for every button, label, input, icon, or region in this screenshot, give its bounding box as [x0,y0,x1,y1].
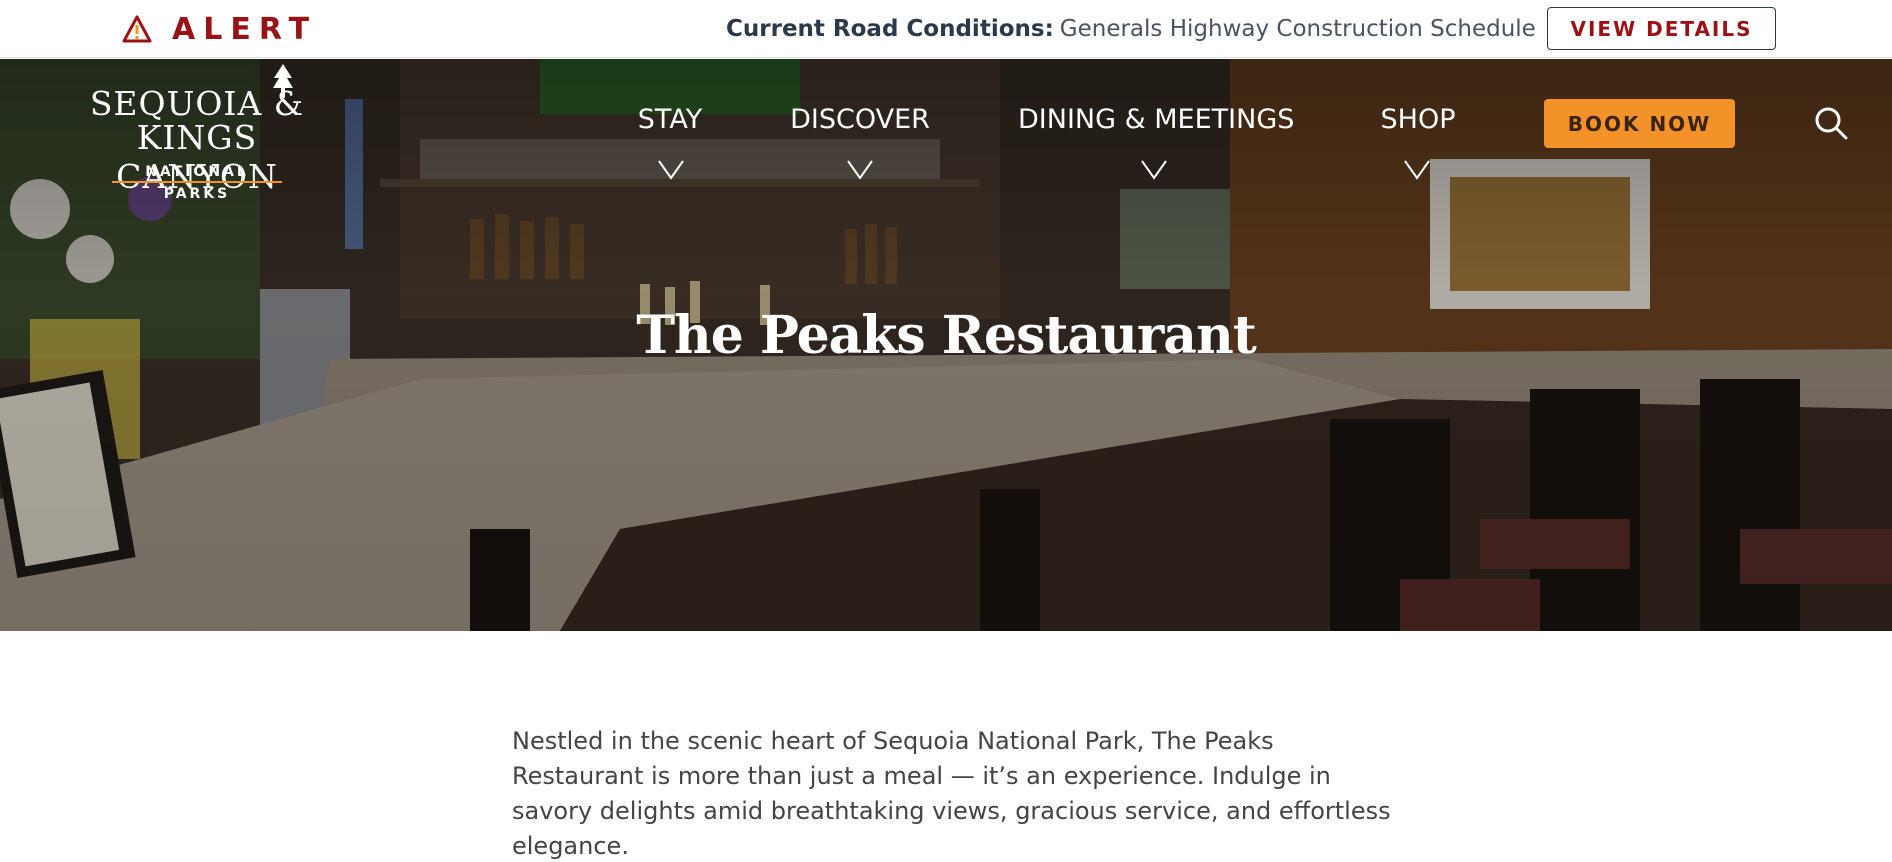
road-conditions-label: Current Road Conditions: [726,16,1054,42]
alert-word: ALERT [172,11,318,47]
chevron-down-icon[interactable] [658,160,684,184]
nav-item-stay[interactable]: STAY [637,104,703,135]
site-logo[interactable]: SEQUOIA & KINGS CANYON NATIONAL PARKS [54,60,340,202]
road-conditions-text: Generals Highway Construction Schedule [1059,16,1536,42]
chevron-down-icon[interactable] [847,160,873,184]
chevron-down-icon[interactable] [1141,160,1167,184]
book-now-button[interactable]: BOOK NOW [1544,99,1735,148]
warning-icon [122,15,152,43]
view-details-button[interactable]: VIEW DETAILS [1547,7,1776,50]
page-title: The Peaks Restaurant [636,305,1257,366]
intro-paragraph: Nestled in the scenic heart of Sequoia N… [512,727,1391,860]
search-icon[interactable] [1814,106,1848,144]
road-conditions-message: Current Road Conditions: Generals Highwa… [726,14,1536,44]
nav-item-shop[interactable]: SHOP [1378,104,1458,135]
nav-item-discover[interactable]: DISCOVER [790,104,930,135]
alert-bar: ALERT Current Road Conditions: Generals … [0,0,1892,58]
nav-item-dining-meetings[interactable]: DINING & MEETINGS [1018,104,1294,135]
alert-label: ALERT [122,11,318,47]
logo-subtitle: NATIONAL PARKS [112,161,282,202]
chevron-down-icon[interactable] [1404,160,1430,184]
